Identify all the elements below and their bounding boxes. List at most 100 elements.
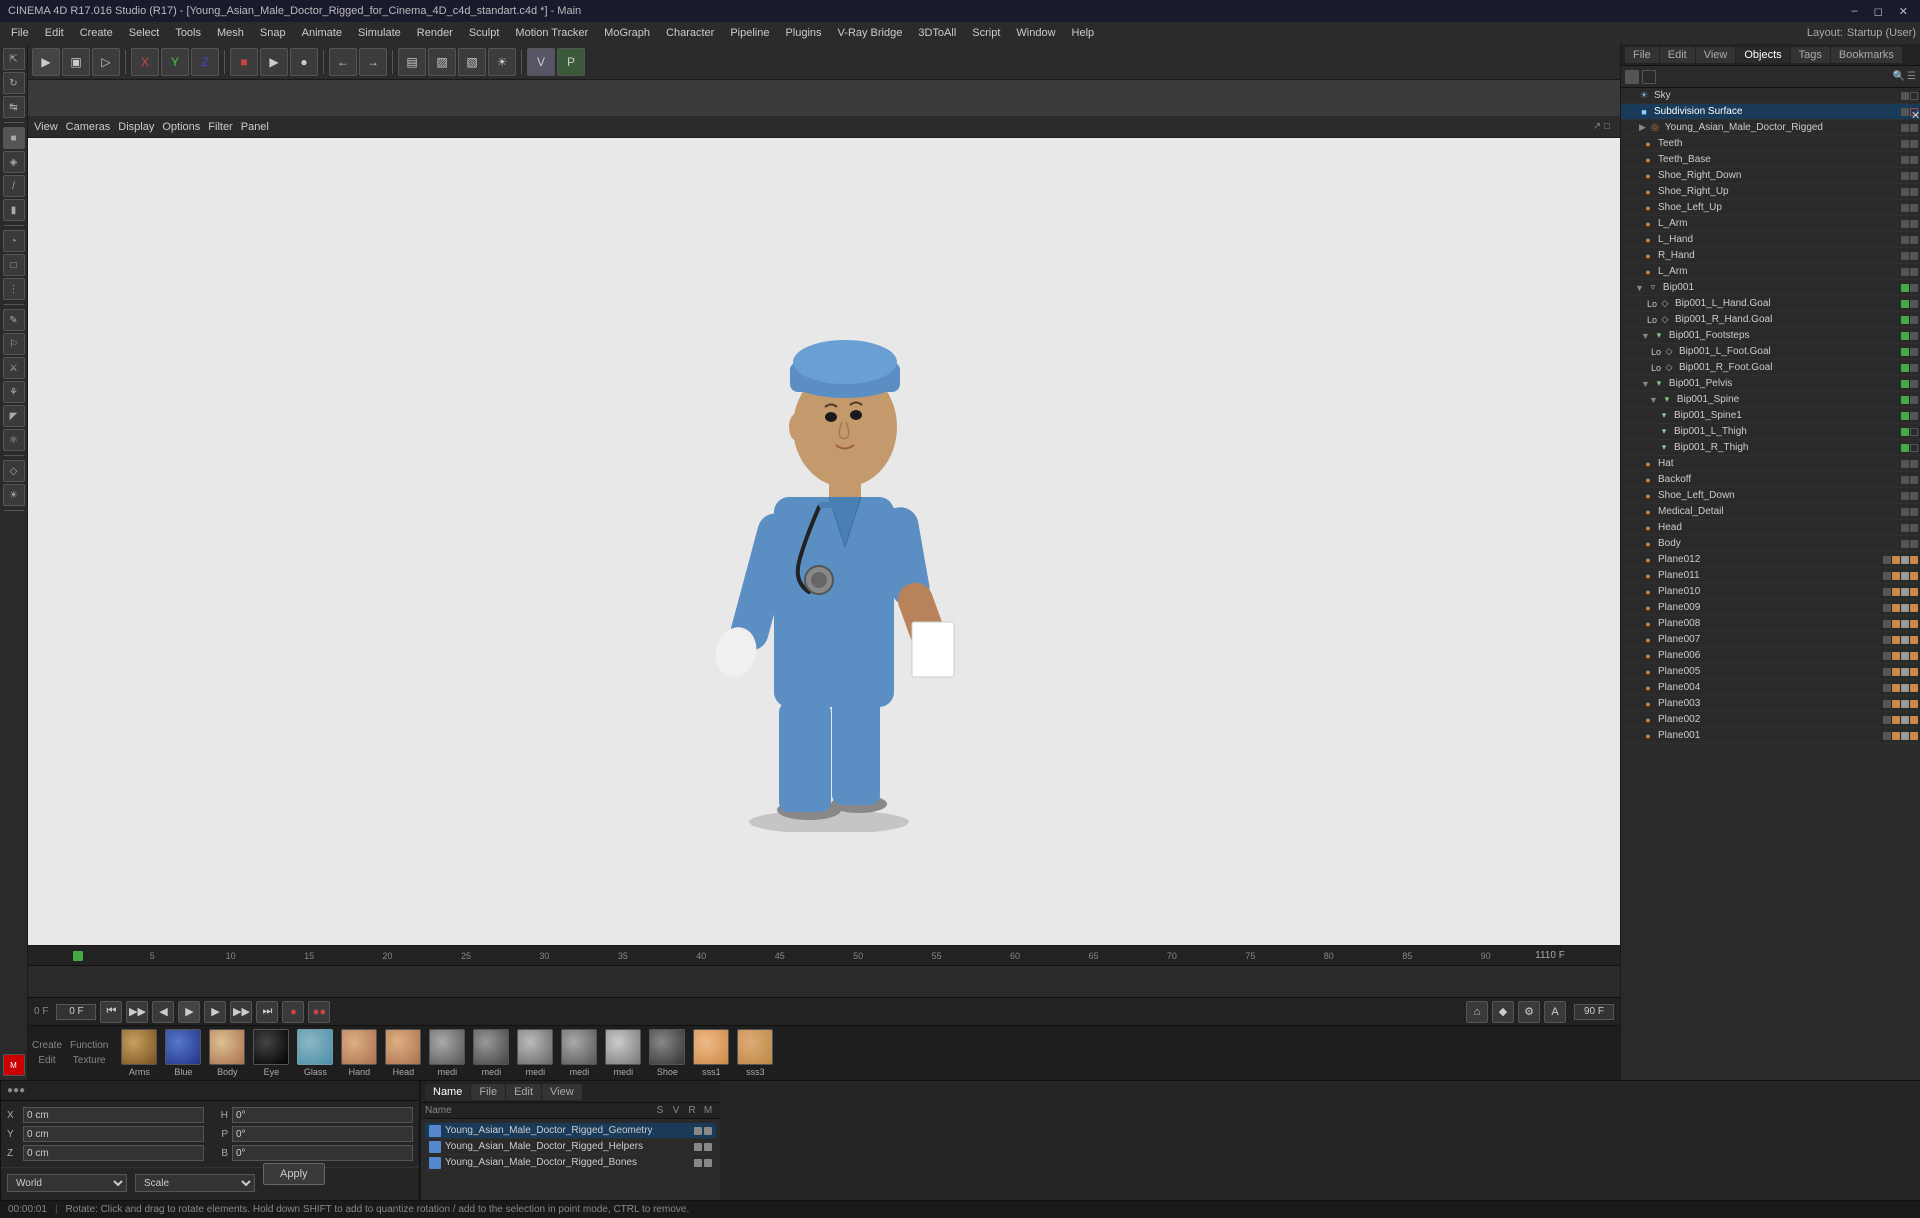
- tb-redo[interactable]: →: [359, 48, 387, 76]
- mat-glass[interactable]: Glass: [294, 1027, 336, 1079]
- tool-model[interactable]: ■: [3, 127, 25, 149]
- tree-bip-rhand-goal[interactable]: Lo ◇ Bip001_R_Hand.Goal: [1621, 312, 1920, 328]
- vp-display-tab[interactable]: Display: [118, 121, 154, 133]
- pos-y-input[interactable]: [23, 1126, 204, 1142]
- lr-tab-edit[interactable]: Edit: [506, 1084, 541, 1100]
- tree-r-hand[interactable]: ● R_Hand: [1621, 248, 1920, 264]
- tree-shoe-r-down[interactable]: ● Shoe_Right_Down: [1621, 168, 1920, 184]
- menu-mograph[interactable]: MoGraph: [597, 25, 657, 41]
- right-tab-file[interactable]: File: [1625, 47, 1659, 63]
- menu-pipeline[interactable]: Pipeline: [723, 25, 776, 41]
- tool-maxon[interactable]: M: [3, 1054, 25, 1076]
- mat-sss1[interactable]: sss1: [690, 1027, 732, 1079]
- tree-plane008[interactable]: ● Plane008: [1621, 616, 1920, 632]
- tree-l-arm2[interactable]: ● L_Arm: [1621, 264, 1920, 280]
- tb-y[interactable]: Y: [161, 48, 189, 76]
- tree-head[interactable]: ● Head: [1621, 520, 1920, 536]
- tool-select[interactable]: ◔: [3, 230, 25, 252]
- menu-animate[interactable]: Animate: [295, 25, 349, 41]
- menu-character[interactable]: Character: [659, 25, 721, 41]
- mat-medi1[interactable]: medi: [426, 1027, 468, 1079]
- tb-undo[interactable]: ←: [329, 48, 357, 76]
- tool-pen[interactable]: ✎: [3, 309, 25, 331]
- rt-btn1[interactable]: [1625, 70, 1639, 84]
- tree-subdiv[interactable]: ■ Subdivision Surface ✕: [1621, 104, 1920, 120]
- tree-medical-detail[interactable]: ● Medical_Detail: [1621, 504, 1920, 520]
- playback-prev-key[interactable]: ▶▶: [126, 1001, 148, 1023]
- tree-bip-pelvis[interactable]: ▼ ▾ Bip001_Pelvis: [1621, 376, 1920, 392]
- rot-p-input[interactable]: [232, 1126, 413, 1142]
- mat-function[interactable]: Function: [70, 1040, 108, 1051]
- right-tab-bookmarks[interactable]: Bookmarks: [1831, 47, 1902, 63]
- mat-edit[interactable]: Edit: [38, 1055, 55, 1066]
- tree-sky[interactable]: ☀ Sky: [1621, 88, 1920, 104]
- mat-create[interactable]: Create: [32, 1040, 62, 1051]
- timeline-options[interactable]: ⚙: [1518, 1001, 1540, 1023]
- obj-row-bones[interactable]: Young_Asian_Male_Doctor_Rigged_Bones: [425, 1155, 716, 1171]
- tb-grid[interactable]: ▤: [398, 48, 426, 76]
- mat-medi4[interactable]: medi: [558, 1027, 600, 1079]
- tb-light[interactable]: ☀: [488, 48, 516, 76]
- tool-knife[interactable]: ⚔: [3, 357, 25, 379]
- tool-point[interactable]: ◈: [3, 151, 25, 173]
- tree-bip-lhand-goal[interactable]: Lo ◇ Bip001_L_Hand.Goal: [1621, 296, 1920, 312]
- tree-bip-spine1[interactable]: ▾ Bip001_Spine1: [1621, 408, 1920, 424]
- coord-system-select[interactable]: World Local Object: [7, 1174, 127, 1192]
- tree-bip-spine[interactable]: ▼ ▾ Bip001_Spine: [1621, 392, 1920, 408]
- menu-v-ray-bridge[interactable]: V-Ray Bridge: [831, 25, 910, 41]
- menu-plugins[interactable]: Plugins: [778, 25, 828, 41]
- menu-mesh[interactable]: Mesh: [210, 25, 251, 41]
- render-region[interactable]: ▣: [62, 48, 90, 76]
- right-tab-edit[interactable]: Edit: [1660, 47, 1695, 63]
- tree-plane004[interactable]: ● Plane004: [1621, 680, 1920, 696]
- menu-create[interactable]: Create: [73, 25, 120, 41]
- menu-snap[interactable]: Snap: [253, 25, 293, 41]
- menu-simulate[interactable]: Simulate: [351, 25, 408, 41]
- mat-texture[interactable]: Texture: [73, 1055, 106, 1066]
- apply-button[interactable]: Apply: [263, 1163, 325, 1185]
- tree-body[interactable]: ● Body: [1621, 536, 1920, 552]
- timeline-home[interactable]: ⌂: [1466, 1001, 1488, 1023]
- tool-sculpt[interactable]: ⚘: [3, 381, 25, 403]
- mat-head[interactable]: Head: [382, 1027, 424, 1079]
- tree-plane003[interactable]: ● Plane003: [1621, 696, 1920, 712]
- tree-plane001[interactable]: ● Plane001: [1621, 728, 1920, 744]
- tree-plane012[interactable]: ● Plane012: [1621, 552, 1920, 568]
- tb-z[interactable]: Z: [191, 48, 219, 76]
- tool-move[interactable]: ⇱: [3, 48, 25, 70]
- transform-mode-select[interactable]: Scale Move Rotate: [135, 1174, 255, 1192]
- pos-x-input[interactable]: [23, 1107, 204, 1123]
- tb-python[interactable]: P: [557, 48, 585, 76]
- tree-bip-footsteps[interactable]: ▼ ▾ Bip001_Footsteps: [1621, 328, 1920, 344]
- tree-bip001[interactable]: ▼ ▿ Bip001: [1621, 280, 1920, 296]
- mat-eye[interactable]: Eye: [250, 1027, 292, 1079]
- tb-wire[interactable]: ▨: [428, 48, 456, 76]
- tb-vray[interactable]: V: [527, 48, 555, 76]
- mat-medi2[interactable]: medi: [470, 1027, 512, 1079]
- tool-light[interactable]: ☀: [3, 484, 25, 506]
- tree-backoff[interactable]: ● Backoff: [1621, 472, 1920, 488]
- playback-next[interactable]: ▶: [204, 1001, 226, 1023]
- tree-doctor[interactable]: ▶ ◎ Young_Asian_Male_Doctor_Rigged: [1621, 120, 1920, 136]
- playback-play[interactable]: ▶: [178, 1001, 200, 1023]
- lr-tab-name[interactable]: Name: [425, 1084, 470, 1100]
- timeline-tracks[interactable]: [28, 966, 1620, 997]
- tool-live[interactable]: □: [3, 254, 25, 276]
- tree-shoe-l-down[interactable]: ● Shoe_Left_Down: [1621, 488, 1920, 504]
- tree-plane007[interactable]: ● Plane007: [1621, 632, 1920, 648]
- obj-row-geometry[interactable]: Young_Asian_Male_Doctor_Rigged_Geometry: [425, 1123, 716, 1139]
- tree-shoe-l-up[interactable]: ● Shoe_Left_Up: [1621, 200, 1920, 216]
- menu-render[interactable]: Render: [410, 25, 460, 41]
- render-active[interactable]: ▷: [92, 48, 120, 76]
- rot-b-input[interactable]: [232, 1145, 413, 1161]
- mat-body[interactable]: Body: [206, 1027, 248, 1079]
- tree-bip-rfoot-goal[interactable]: Lo ◇ Bip001_R_Foot.Goal: [1621, 360, 1920, 376]
- menu-window[interactable]: Window: [1009, 25, 1062, 41]
- mat-shoe[interactable]: Shoe: [646, 1027, 688, 1079]
- menu-script[interactable]: Script: [965, 25, 1007, 41]
- tool-snap[interactable]: ⚛: [3, 429, 25, 451]
- tree-plane005[interactable]: ● Plane005: [1621, 664, 1920, 680]
- rot-h-input[interactable]: [232, 1107, 413, 1123]
- tree-plane011[interactable]: ● Plane011: [1621, 568, 1920, 584]
- tool-paint[interactable]: ⚐: [3, 333, 25, 355]
